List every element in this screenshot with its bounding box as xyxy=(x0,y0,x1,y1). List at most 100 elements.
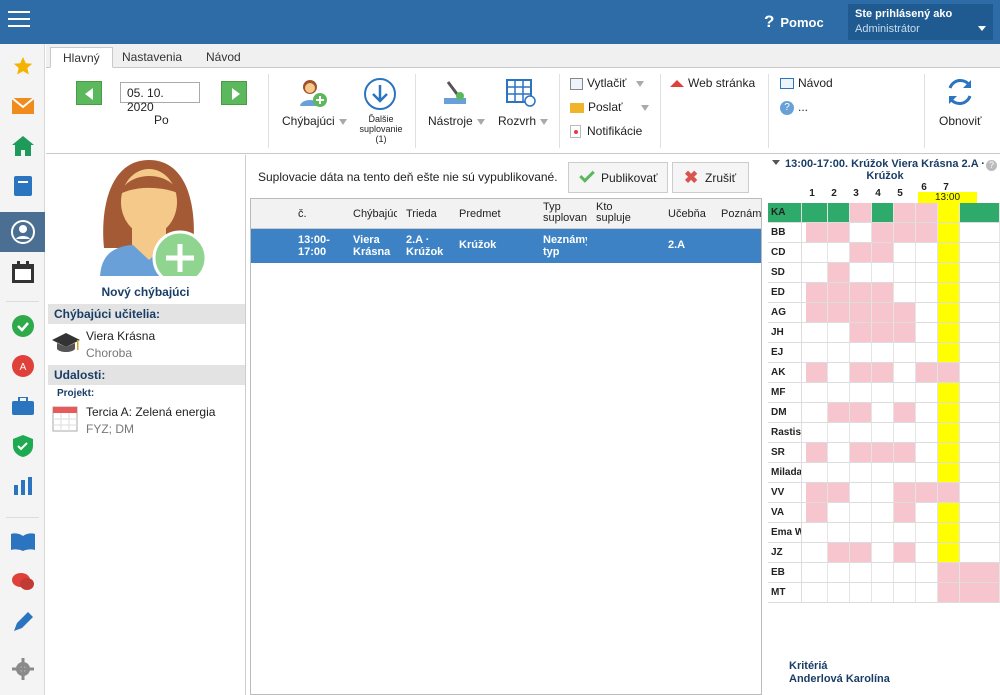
schedule-cell[interactable] xyxy=(938,243,960,262)
schedule-cell[interactable] xyxy=(806,323,828,342)
schedule-cell[interactable] xyxy=(872,543,894,562)
schedule-cell[interactable] xyxy=(894,463,916,482)
column-header[interactable]: Typ suplovania xyxy=(543,202,587,224)
schedule-cell[interactable] xyxy=(850,383,872,402)
schedule-cell[interactable] xyxy=(960,443,1000,462)
schedule-cell[interactable] xyxy=(850,563,872,582)
book-icon[interactable] xyxy=(0,522,45,562)
schedule-cell[interactable] xyxy=(960,523,1000,542)
schedule-cell[interactable] xyxy=(872,343,894,362)
schedule-cell[interactable] xyxy=(806,223,828,242)
web-page-button[interactable]: Web stránka xyxy=(670,76,755,90)
help-button[interactable]: ? Pomoc xyxy=(764,12,824,32)
schedule-cell[interactable] xyxy=(938,543,960,562)
schedule-cell[interactable] xyxy=(850,503,872,522)
schedule-cell[interactable] xyxy=(916,503,938,522)
schedule-row[interactable]: MT xyxy=(768,583,1000,603)
schedule-cell[interactable] xyxy=(850,343,872,362)
schedule-cell[interactable] xyxy=(850,283,872,302)
schedule-cell[interactable] xyxy=(960,223,1000,242)
schedule-cell[interactable] xyxy=(960,423,1000,442)
column-header[interactable]: Trieda xyxy=(406,208,454,220)
more-button[interactable]: ?... xyxy=(780,100,808,115)
event-name[interactable]: Tercia A: Zelená energia xyxy=(86,405,215,419)
schedule-row[interactable]: Milada xyxy=(768,463,1000,483)
check-circle-icon[interactable] xyxy=(0,306,45,346)
schedule-cell[interactable] xyxy=(916,523,938,542)
schedule-cell[interactable] xyxy=(828,503,850,522)
star-icon[interactable] xyxy=(0,46,45,86)
schedule-cell[interactable] xyxy=(916,203,938,222)
schedule-cell[interactable] xyxy=(828,223,850,242)
schedule-cell[interactable] xyxy=(938,203,960,222)
schedule-cell[interactable] xyxy=(894,543,916,562)
schedule-cell[interactable] xyxy=(894,383,916,402)
user-menu[interactable]: Ste prihlásený ako Administrátor xyxy=(848,4,993,40)
tab-main[interactable]: Hlavný xyxy=(50,47,113,68)
schedule-cell[interactable] xyxy=(916,423,938,442)
schedule-cell[interactable] xyxy=(916,363,938,382)
absent-teacher-name[interactable]: Viera Krásna xyxy=(86,329,155,343)
schedule-cell[interactable] xyxy=(938,443,960,462)
schedule-cell[interactable] xyxy=(960,323,1000,342)
schedule-cell[interactable] xyxy=(872,383,894,402)
schedule-cell[interactable] xyxy=(828,383,850,402)
schedule-cell[interactable] xyxy=(894,403,916,422)
schedule-cell[interactable] xyxy=(806,463,828,482)
schedule-cell[interactable] xyxy=(916,283,938,302)
schedule-cell[interactable] xyxy=(828,543,850,562)
schedule-cell[interactable] xyxy=(894,583,916,602)
schedule-cell[interactable] xyxy=(872,223,894,242)
schedule-grid-icon[interactable] xyxy=(506,78,536,111)
schedule-cell[interactable] xyxy=(872,463,894,482)
schedule-cell[interactable] xyxy=(828,443,850,462)
schedule-cell[interactable] xyxy=(916,483,938,502)
schedule-cell[interactable] xyxy=(806,503,828,522)
grade-icon[interactable]: A xyxy=(0,346,45,386)
schedule-cell[interactable] xyxy=(894,503,916,522)
table-row[interactable]: 13:00-17:00 Viera Krásna 2.A · Krúžok Kr… xyxy=(251,229,761,263)
teacher-criteria-name[interactable]: Anderlová Karolína xyxy=(789,673,890,685)
schedule-cell[interactable] xyxy=(894,423,916,442)
schedule-cell[interactable] xyxy=(938,583,960,602)
tools-button[interactable]: Nástroje xyxy=(428,114,485,128)
tab-settings[interactable]: Nastavenia xyxy=(110,47,194,68)
new-absent-avatar[interactable] xyxy=(94,158,212,286)
schedule-row[interactable]: VV xyxy=(768,483,1000,503)
schedule-cell[interactable] xyxy=(872,583,894,602)
schedule-cell[interactable] xyxy=(806,583,828,602)
schedule-cell[interactable] xyxy=(850,423,872,442)
schedule-row[interactable]: DM xyxy=(768,403,1000,423)
schedule-cell[interactable] xyxy=(828,523,850,542)
refresh-button[interactable]: Obnoviť xyxy=(939,114,982,128)
schedule-cell[interactable] xyxy=(806,423,828,442)
schedule-cell[interactable] xyxy=(938,483,960,502)
schedule-row[interactable]: KA xyxy=(768,203,1000,223)
schedule-cell[interactable] xyxy=(872,403,894,422)
schedule-cell[interactable] xyxy=(960,343,1000,362)
schedule-cell[interactable] xyxy=(828,303,850,322)
schedule-cell[interactable] xyxy=(960,403,1000,422)
schedule-cell[interactable] xyxy=(872,363,894,382)
column-header[interactable]: Učebňa xyxy=(668,208,716,220)
schedule-cell[interactable] xyxy=(938,263,960,282)
schedule-cell[interactable] xyxy=(806,403,828,422)
schedule-cell[interactable] xyxy=(894,203,916,222)
schedule-cell[interactable] xyxy=(960,503,1000,522)
schedule-row[interactable]: SR xyxy=(768,443,1000,463)
schedule-cell[interactable] xyxy=(916,583,938,602)
column-header[interactable]: Kto supluje xyxy=(596,202,640,224)
column-header[interactable]: Poznámka xyxy=(721,208,761,220)
schedule-cell[interactable] xyxy=(916,223,938,242)
schedule-cell[interactable] xyxy=(938,383,960,402)
schedule-cell[interactable] xyxy=(828,363,850,382)
schedule-cell[interactable] xyxy=(872,483,894,502)
schedule-cell[interactable] xyxy=(850,303,872,322)
schedule-cell[interactable] xyxy=(960,563,1000,582)
schedule-cell[interactable] xyxy=(938,223,960,242)
schedule-cell[interactable] xyxy=(960,243,1000,262)
schedule-cell[interactable] xyxy=(850,523,872,542)
schedule-cell[interactable] xyxy=(960,383,1000,402)
schedule-cell[interactable] xyxy=(894,523,916,542)
chat-icon[interactable] xyxy=(0,562,45,602)
